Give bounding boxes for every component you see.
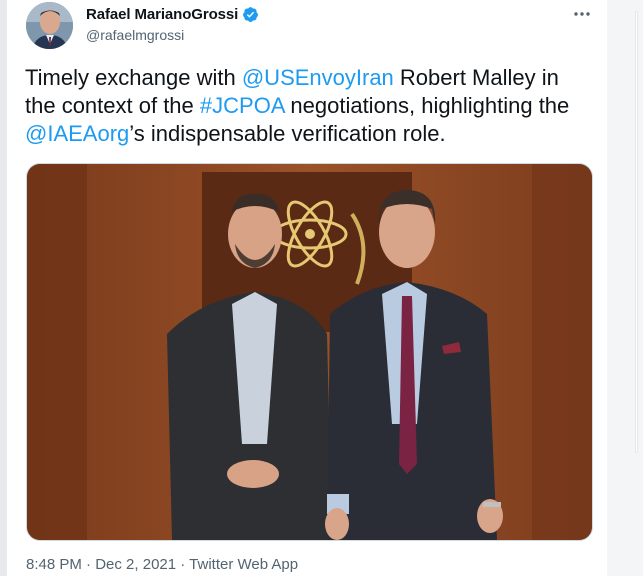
meta-separator: · [81, 556, 96, 573]
tweet-text-segment: negotiations, highlighting the [284, 93, 570, 118]
adjacent-panel [607, 0, 643, 576]
tweet-time[interactable]: 8:48 PM [26, 556, 82, 573]
tweet-text-segment: ’s indispensable verification role. [129, 121, 446, 146]
mention-link-iaeaorg[interactable]: @IAEAorg [25, 121, 129, 146]
avatar[interactable] [26, 2, 73, 49]
more-horizontal-icon[interactable] [572, 4, 592, 24]
author-display-name[interactable]: Rafael MarianoGrossi [86, 6, 238, 23]
avatar-photo [26, 2, 73, 49]
author-handle[interactable]: @rafaelmgrossi [86, 27, 184, 43]
panel-divider [636, 12, 637, 452]
photo-two-men-in-suits [27, 164, 592, 540]
tweet-text-segment: Timely exchange with [25, 65, 242, 90]
tweet-photo[interactable] [26, 163, 593, 541]
verified-badge-icon [242, 6, 259, 23]
tweet-date[interactable]: Dec 2, 2021 [95, 556, 176, 573]
meta-separator: · [176, 556, 190, 573]
tweet-source[interactable]: Twitter Web App [189, 556, 298, 573]
tweet-text: Timely exchange with @USEnvoyIran Robert… [25, 64, 595, 148]
mention-link-usenvoyiran[interactable]: @USEnvoyIran [242, 65, 394, 90]
tweet-card: Rafael MarianoGrossi @rafaelmgrossi Time… [7, 0, 607, 576]
tweet-meta: 8:48 PM · Dec 2, 2021 · Twitter Web App [26, 556, 298, 573]
hashtag-link-jcpoa[interactable]: #JCPOA [200, 93, 284, 118]
